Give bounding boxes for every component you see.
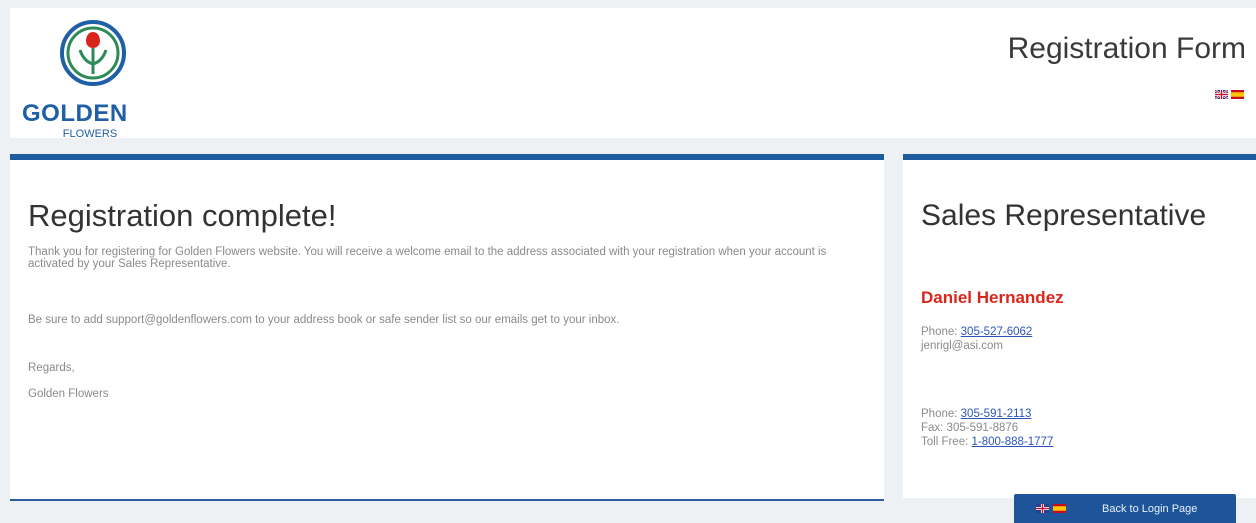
page-title: Registration Form <box>1007 32 1246 65</box>
rep-phone-link[interactable]: 305-527-6062 <box>961 326 1033 338</box>
office-phone-label: Phone: <box>921 408 958 420</box>
confirmation-heading: Registration complete! <box>28 198 337 233</box>
office-phone-line: Phone: 305-591-2113 <box>921 408 1031 420</box>
regards-text: Regards, <box>28 362 75 374</box>
office-tollfree-line: Toll Free: 1-800-888-1777 <box>921 436 1053 448</box>
spain-flag-icon[interactable] <box>1053 504 1066 513</box>
uk-flag-icon[interactable] <box>1036 504 1049 513</box>
welcome-message: Thank you for registering for Golden Flo… <box>28 246 827 270</box>
registration-confirmation-panel: Registration complete! Thank you for reg… <box>10 154 884 501</box>
back-to-login-link[interactable]: Back to Login Page <box>1102 503 1197 515</box>
signature-text: Golden Flowers <box>28 388 109 400</box>
footer-language-selector <box>1036 504 1066 513</box>
office-fax: Fax: 305-591-8876 <box>921 422 1019 434</box>
footer-nav-bar: Back to Login Page <box>1014 494 1236 523</box>
rep-phone-label: Phone: <box>921 326 958 338</box>
office-phone-link[interactable]: 305-591-2113 <box>961 408 1032 420</box>
rep-phone-line: Phone: 305-527-6062 <box>921 326 1032 338</box>
language-selector <box>1215 90 1244 99</box>
rep-name: Daniel Hernandez <box>921 288 1064 307</box>
sales-representative-panel: Sales Representative Daniel Hernandez Ph… <box>903 154 1256 498</box>
tollfree-link[interactable]: 1-800-888-1777 <box>972 436 1054 448</box>
uk-flag-icon[interactable] <box>1215 90 1228 99</box>
safe-sender-note: Be sure to add support@goldenflowers.com… <box>28 314 620 326</box>
sales-rep-heading: Sales Representative <box>921 199 1207 232</box>
golden-flowers-logo[interactable]: GOLDEN FLOWERS <box>22 20 162 140</box>
flower-logo-icon <box>60 20 126 86</box>
tollfree-label: Toll Free: <box>921 436 969 448</box>
logo-subtitle: FLOWERS <box>62 128 118 140</box>
rep-email: jenrigl@asi.com <box>921 340 1003 352</box>
header: GOLDEN FLOWERS Registration Form <box>10 8 1256 140</box>
divider <box>10 499 884 501</box>
spain-flag-icon[interactable] <box>1231 90 1244 99</box>
logo-wordmark: GOLDEN <box>22 100 128 127</box>
